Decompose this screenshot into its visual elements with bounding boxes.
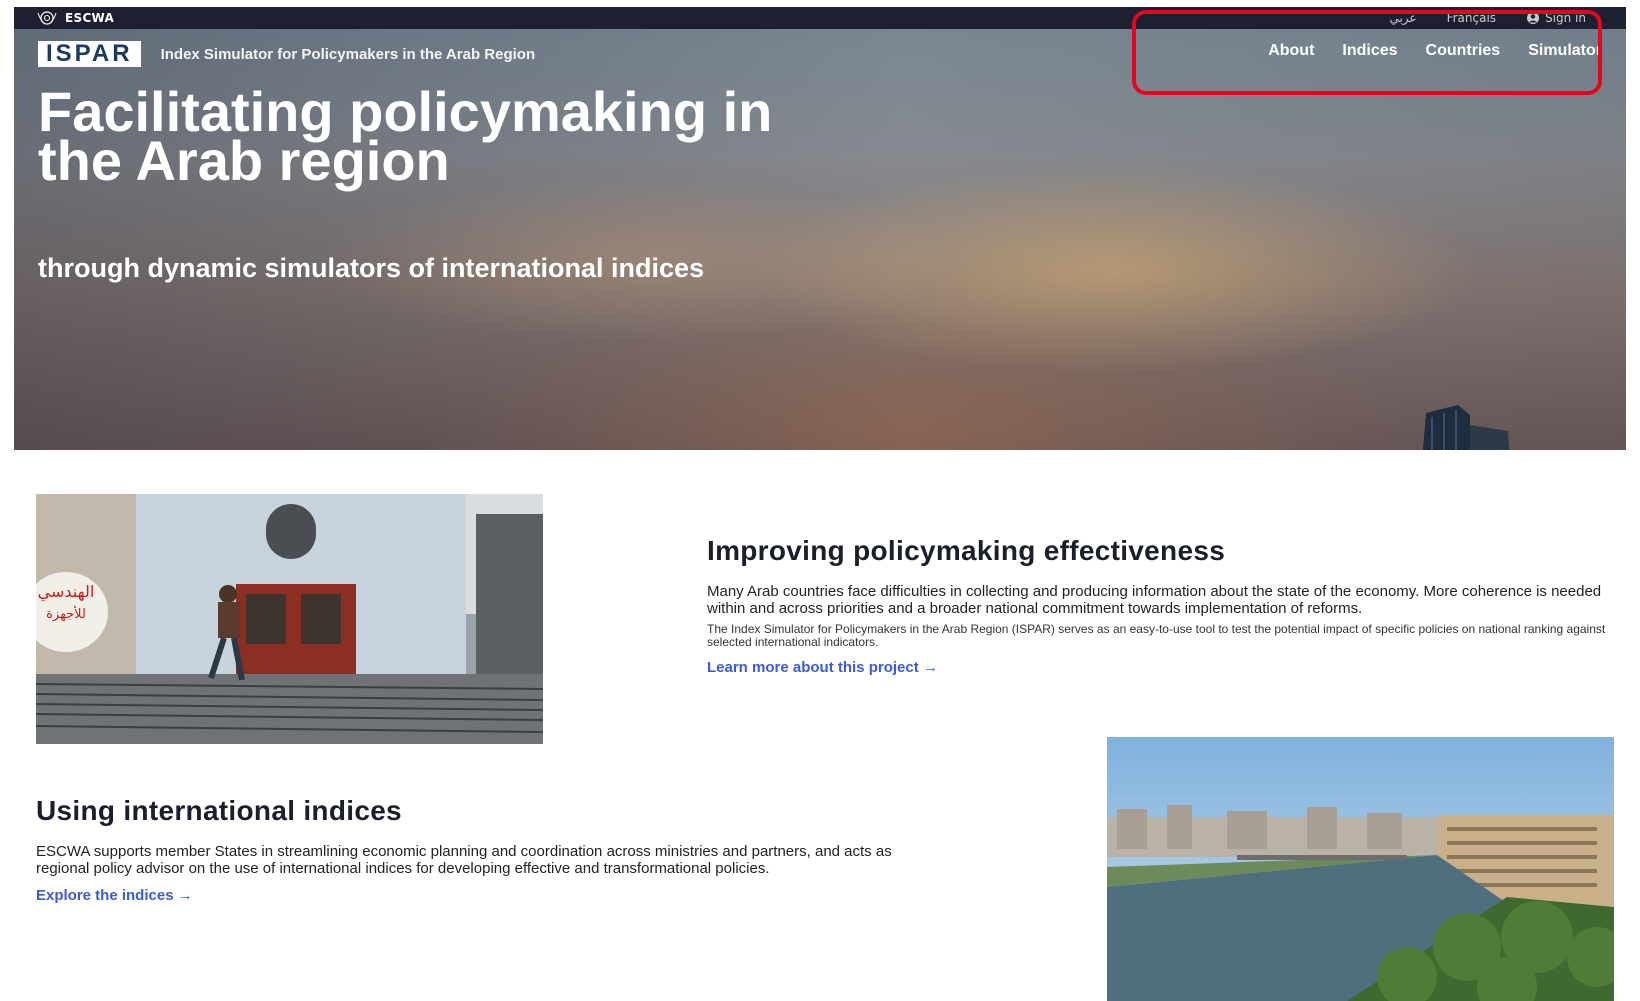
building-silhouette [1422, 405, 1510, 450]
ispar-logo[interactable]: ISPAR [38, 41, 141, 67]
nav-highlight-box [1132, 10, 1602, 95]
hero-subtitle: through dynamic simulators of internatio… [38, 253, 705, 283]
section-policymaking: Improving policymaking effectiveness Man… [707, 535, 1607, 676]
section-indices: Using international indices ESCWA suppor… [36, 795, 936, 904]
un-logo[interactable]: ESCWA [36, 10, 114, 26]
section-policymaking-body: Many Arab countries face difficulties in… [707, 583, 1602, 617]
page: ESCWA عربي Français Sign in ISPAR Index … [14, 7, 1626, 1001]
section-indices-body: ESCWA supports member States in streamli… [36, 843, 892, 877]
river-city-photo [1107, 737, 1614, 1001]
un-emblem-icon [37, 11, 57, 25]
org-name: ESCWA [65, 11, 115, 25]
site-tagline: Index Simulator for Policymakers in the … [160, 45, 536, 63]
site-brand[interactable]: ISPAR Index Simulator for Policymakers i… [38, 41, 535, 67]
section-policymaking-title: Improving policymaking effectiveness [707, 535, 1226, 566]
street-photo: الهندسي للأجهزة [36, 494, 543, 744]
explore-indices-link[interactable]: Explore the indices → [36, 887, 193, 904]
hero-title: Facilitating policymaking in the Arab re… [38, 80, 773, 192]
street-sign-small: للأجهزة [46, 605, 86, 622]
street-sign-text: الهندسي [38, 582, 95, 602]
section-policymaking-note: The Index Simulator for Policymakers in … [707, 622, 1606, 649]
learn-more-link[interactable]: Learn more about this project → [707, 659, 938, 676]
section-indices-title: Using international indices [36, 795, 402, 826]
